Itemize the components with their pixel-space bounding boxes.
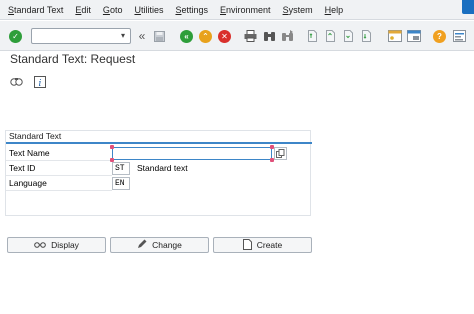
application-toolbar: i — [0, 72, 474, 92]
up-arrow-icon[interactable]: ⌃ — [199, 30, 212, 43]
language-label: Language — [6, 176, 112, 191]
change-button[interactable]: Change — [110, 237, 209, 253]
standard-toolbar: ✓ ▾ « « ⌃ ✕ ? — [0, 21, 474, 51]
last-page-icon[interactable] — [360, 29, 372, 43]
menu-help[interactable]: Help — [325, 5, 344, 15]
standard-text-group: Standard Text Text Name Text ID ST Stand… — [5, 130, 312, 216]
text-name-label: Text Name — [6, 146, 112, 161]
new-session-icon[interactable] — [387, 29, 402, 43]
menu-goto[interactable]: Goto — [103, 5, 123, 15]
svg-text:i: i — [38, 79, 41, 88]
chevron-down-icon[interactable]: ▾ — [118, 31, 128, 41]
previous-page-icon[interactable] — [324, 29, 336, 43]
value-help-icon[interactable] — [274, 147, 287, 160]
create-button-label: Create — [256, 240, 283, 250]
change-button-label: Change — [152, 240, 182, 250]
text-name-row: Text Name — [6, 145, 312, 162]
new-document-icon — [242, 238, 252, 252]
cancel-icon[interactable]: ✕ — [218, 30, 231, 43]
find-next-icon[interactable] — [280, 29, 294, 43]
resize-handle — [110, 145, 114, 149]
printer-icon[interactable] — [243, 29, 257, 43]
text-id-label: Text ID — [6, 161, 112, 176]
organizer-icon[interactable] — [9, 75, 23, 89]
group-title: Standard Text — [6, 131, 312, 144]
text-id-row: Text ID ST Standard text — [6, 161, 312, 176]
menu-edit[interactable]: Edit — [75, 5, 91, 15]
menu-bar: Standard Text Edit Goto Utilities Settin… — [0, 0, 474, 20]
shortcut-icon[interactable] — [406, 29, 421, 43]
enter-check-icon[interactable]: ✓ — [9, 30, 22, 43]
text-id-description: Standard text — [137, 163, 188, 173]
language-input[interactable]: EN — [112, 177, 130, 190]
display-button-label: Display — [51, 240, 79, 250]
pencil-icon — [137, 239, 147, 251]
menu-standard-text[interactable]: Standard Text — [8, 5, 63, 15]
double-chevron-left-icon[interactable]: « — [136, 29, 148, 43]
next-page-icon[interactable] — [342, 29, 354, 43]
menu-utilities[interactable]: Utilities — [134, 5, 163, 15]
menu-system[interactable]: System — [283, 5, 313, 15]
create-button[interactable]: Create — [213, 237, 312, 253]
menu-environment[interactable]: Environment — [220, 5, 271, 15]
binoculars-icon[interactable] — [262, 29, 276, 43]
menu-settings[interactable]: Settings — [175, 5, 208, 15]
text-name-input[interactable] — [112, 147, 272, 160]
display-button[interactable]: Display — [7, 237, 106, 253]
window-corner-marker — [462, 0, 474, 14]
command-field[interactable]: ▾ — [31, 28, 131, 44]
back-icon[interactable]: « — [180, 30, 193, 43]
command-input[interactable] — [32, 29, 116, 43]
save-icon[interactable] — [153, 29, 166, 43]
customize-layout-icon[interactable] — [452, 29, 466, 43]
glasses-icon — [34, 240, 46, 250]
question-icon[interactable]: ? — [433, 30, 446, 43]
text-id-input[interactable]: ST — [112, 162, 130, 175]
page-title: Standard Text: Request — [10, 52, 136, 66]
first-page-icon[interactable] — [306, 29, 318, 43]
language-row: Language EN — [6, 176, 312, 191]
information-icon[interactable]: i — [33, 75, 46, 89]
